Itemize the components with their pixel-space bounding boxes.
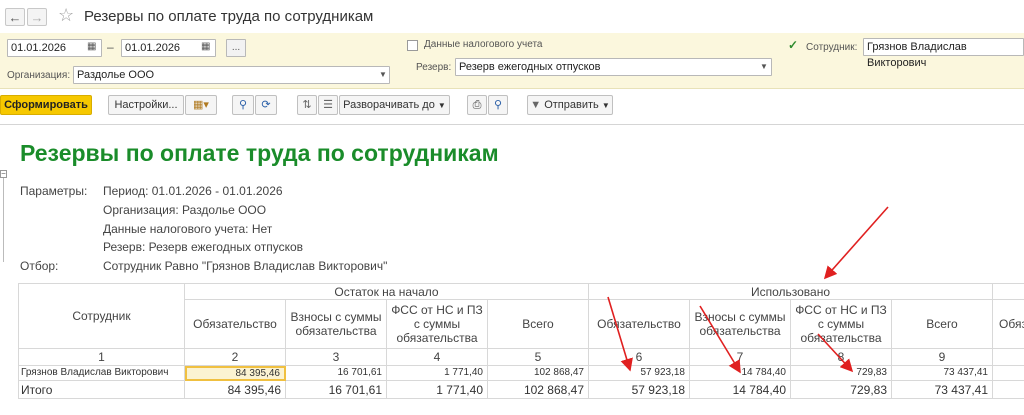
annotation-arrow xyxy=(823,206,889,280)
annotation-arrow xyxy=(607,296,633,372)
annotation-arrow xyxy=(817,333,854,373)
annotation-arrows xyxy=(607,206,889,374)
annotation-arrow xyxy=(699,305,741,374)
